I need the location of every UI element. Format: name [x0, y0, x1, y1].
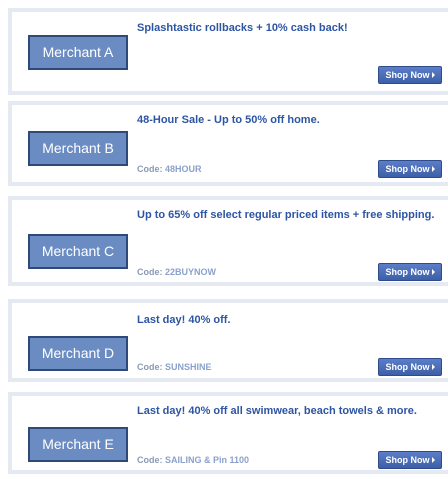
deal-card-merchant-b: Merchant B 48-Hour Sale - Up to 50% off …	[8, 101, 448, 186]
promo-code-value: SAILING & Pin 1100	[165, 455, 250, 465]
arrow-right-icon	[431, 364, 435, 370]
shop-now-button[interactable]: Shop Now	[378, 66, 442, 84]
shop-now-label: Shop Now	[385, 455, 430, 465]
shop-now-label: Shop Now	[385, 362, 430, 372]
shop-now-button[interactable]: Shop Now	[378, 451, 442, 469]
promo-code-label: Code:	[137, 267, 163, 277]
arrow-right-icon	[431, 457, 435, 463]
promo-code: Code: SAILING & Pin 1100	[137, 454, 249, 466]
shop-now-button[interactable]: Shop Now	[378, 358, 442, 376]
deal-title[interactable]: Last day! 40% off all swimwear, beach to…	[137, 404, 438, 418]
deal-title[interactable]: Splashtastic rollbacks + 10% cash back!	[137, 21, 438, 35]
deal-title[interactable]: 48-Hour Sale - Up to 50% off home.	[137, 113, 438, 127]
promo-code: Code: 22BUYNOW	[137, 266, 216, 278]
deal-card-merchant-d: Merchant D Last day! 40% off. Code: SUNS…	[8, 299, 448, 382]
shop-now-label: Shop Now	[385, 164, 430, 174]
promo-code-value: SUNSHINE	[165, 362, 212, 372]
shop-now-label: Shop Now	[385, 70, 430, 80]
merchant-logo-d[interactable]: Merchant D	[28, 336, 128, 371]
deal-card-merchant-c: Merchant C Up to 65% off select regular …	[8, 196, 448, 286]
promo-code-value: 22BUYNOW	[165, 267, 217, 277]
deal-title[interactable]: Up to 65% off select regular priced item…	[137, 208, 438, 222]
deals-list: Merchant A Splashtastic rollbacks + 10% …	[0, 0, 448, 479]
shop-now-button[interactable]: Shop Now	[378, 160, 442, 178]
arrow-right-icon	[431, 72, 435, 78]
promo-code-label: Code:	[137, 362, 163, 372]
promo-code-value: 48HOUR	[165, 164, 202, 174]
promo-code-label: Code:	[137, 455, 163, 465]
merchant-logo-c[interactable]: Merchant C	[28, 234, 128, 269]
arrow-right-icon	[431, 269, 435, 275]
promo-code: Code: 48HOUR	[137, 163, 202, 175]
promo-code: Code: SUNSHINE	[137, 361, 212, 373]
arrow-right-icon	[431, 166, 435, 172]
merchant-logo-e[interactable]: Merchant E	[28, 427, 128, 462]
deal-title[interactable]: Last day! 40% off.	[137, 313, 438, 327]
shop-now-label: Shop Now	[385, 267, 430, 277]
shop-now-button[interactable]: Shop Now	[378, 263, 442, 281]
merchant-logo-a[interactable]: Merchant A	[28, 35, 128, 70]
deal-card-merchant-e: Merchant E Last day! 40% off all swimwea…	[8, 392, 448, 474]
promo-code-label: Code:	[137, 164, 163, 174]
merchant-logo-b[interactable]: Merchant B	[28, 131, 128, 166]
deal-card-merchant-a: Merchant A Splashtastic rollbacks + 10% …	[8, 8, 448, 95]
